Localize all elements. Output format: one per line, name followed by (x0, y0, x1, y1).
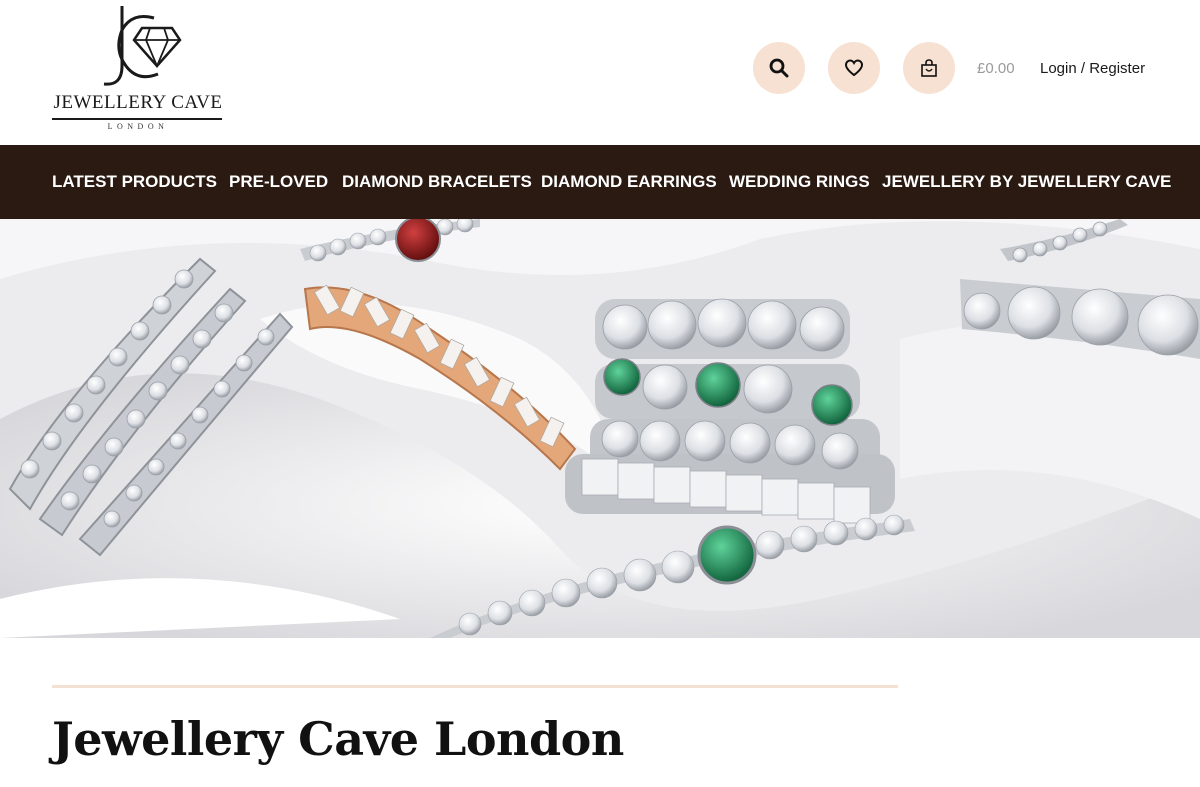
jc-diamond-logo-icon (103, 6, 182, 86)
site-header: JEWELLERY CAVE LONDON £0.00 Login / Regi… (0, 0, 1200, 145)
login-register-link[interactable]: Login / Register (1040, 60, 1145, 77)
section-divider (52, 685, 898, 688)
wishlist-button[interactable] (828, 42, 880, 94)
jewellery-photo (0, 219, 1200, 638)
cart-total[interactable]: £0.00 (977, 60, 1015, 77)
hero-image[interactable] (0, 219, 1200, 638)
nav-item-wedding-rings[interactable]: WEDDING RINGS (729, 172, 870, 192)
shopping-bag-icon (921, 59, 937, 77)
brand-logo[interactable]: JEWELLERY CAVE LONDON (52, 4, 224, 134)
logo-rule (52, 118, 222, 120)
search-icon (769, 58, 789, 78)
main-navigation: LATEST PRODUCTS PRE-LOVED DIAMOND BRACEL… (0, 145, 1200, 219)
search-button[interactable] (753, 42, 805, 94)
nav-item-jewellery-by-jewellery-cave[interactable]: JEWELLERY BY JEWELLERY CAVE (882, 172, 1171, 192)
nav-item-pre-loved[interactable]: PRE-LOVED (229, 172, 328, 192)
brand-name: JEWELLERY CAVE (53, 92, 223, 113)
nav-item-latest-products[interactable]: LATEST PRODUCTS (52, 172, 217, 192)
brand-subtitle: LONDON (107, 122, 169, 131)
heart-icon (844, 59, 864, 77)
page-title: Jewellery Cave London (52, 712, 624, 766)
nav-item-diamond-bracelets[interactable]: DIAMOND BRACELETS (342, 172, 532, 192)
cart-button[interactable] (903, 42, 955, 94)
nav-item-diamond-earrings[interactable]: DIAMOND EARRINGS (541, 172, 717, 192)
